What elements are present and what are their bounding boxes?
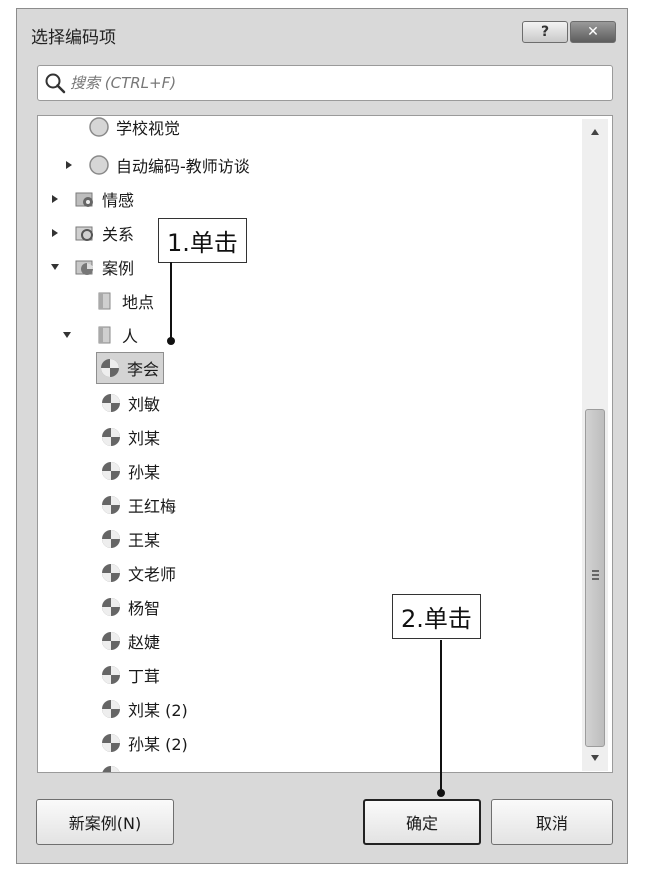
tree-item-case[interactable]: 王某	[100, 524, 160, 554]
tree-item-case[interactable]: 孙某 (2)	[100, 728, 188, 758]
cancel-button[interactable]: 取消	[491, 799, 613, 845]
tree-item-label: 案例	[102, 259, 135, 278]
close-button[interactable]: ✕	[570, 21, 616, 43]
scroll-grip-icon	[592, 570, 599, 582]
tree-item-cases[interactable]: 案例	[74, 252, 134, 282]
tree-item-case[interactable]: 孙某	[100, 456, 160, 486]
tree-scrollbar[interactable]	[582, 119, 608, 771]
select-code-dialog: 选择编码项 ? ✕ 学校视觉 自动编码-教师访谈 情感	[16, 8, 628, 864]
expand-arrow-icon[interactable]	[50, 228, 60, 238]
expand-arrow-icon[interactable]	[50, 194, 60, 204]
sentiment-folder-icon	[75, 192, 93, 207]
tree-item-label: 王红梅	[128, 497, 177, 516]
tree-item-label: 刘某 (2)	[128, 701, 188, 720]
cases-folder-icon	[75, 260, 93, 275]
tree-item-label: 刘敏	[128, 395, 161, 414]
tree-item-label: 李会	[127, 360, 160, 379]
tree-item-label: 孙某	[128, 463, 161, 482]
tree-item-case[interactable]: 刘某 (2)	[100, 694, 188, 724]
dialog-title: 选择编码项	[31, 28, 116, 48]
scroll-thumb[interactable]	[585, 409, 605, 747]
tree-item-emotion[interactable]: 情感	[74, 184, 134, 214]
tree-item-case[interactable]: 丁茸	[100, 660, 160, 690]
ok-button[interactable]: 确定	[363, 799, 481, 845]
tree-item-case-clipped[interactable]	[100, 760, 128, 772]
step2-leader-line	[440, 640, 442, 792]
tree-item-relationship[interactable]: 关系	[74, 218, 134, 248]
title-bar[interactable]: 选择编码项 ? ✕	[17, 9, 627, 53]
search-icon	[45, 73, 66, 94]
expand-arrow-icon[interactable]	[64, 160, 74, 170]
step1-leader-dot	[167, 337, 175, 345]
collapse-arrow-icon[interactable]	[62, 330, 72, 340]
tree-item-label: 赵婕	[128, 633, 161, 652]
case-node-icon	[102, 428, 120, 446]
tree-item-label: 人	[122, 327, 139, 346]
close-icon: ✕	[587, 24, 599, 40]
relationship-folder-icon	[75, 226, 93, 241]
folder-icon	[98, 292, 111, 310]
tree-item-label: 丁茸	[128, 667, 161, 686]
scroll-down-button[interactable]	[582, 745, 608, 771]
help-icon: ?	[540, 24, 550, 40]
tree-item-case[interactable]: 刘某	[100, 422, 160, 452]
tree-item-label: 关系	[102, 225, 135, 244]
tree-item-label: 刘某	[128, 429, 161, 448]
case-node-icon	[102, 598, 120, 616]
tree-item-auto-code-teacher-interview[interactable]: 自动编码-教师访谈	[88, 150, 250, 180]
help-button[interactable]: ?	[522, 21, 568, 43]
tree-item-school-vision[interactable]: 学校视觉	[88, 116, 181, 142]
tree-item-case[interactable]: 文老师	[100, 558, 176, 588]
step2-callout: 2.单击	[392, 594, 481, 639]
tree-item-label: 学校视觉	[116, 119, 181, 138]
step1-callout: 1.单击	[158, 218, 247, 263]
case-node-icon	[102, 530, 120, 548]
case-node-icon	[102, 766, 120, 772]
tree-item-label: 地点	[122, 293, 155, 312]
case-node-icon	[102, 734, 120, 752]
tree-item-label: 杨智	[128, 599, 161, 618]
tree-item-case[interactable]: 刘敏	[100, 388, 160, 418]
search-input[interactable]	[70, 66, 600, 100]
tree-item-case[interactable]: 杨智	[100, 592, 160, 622]
step2-leader-dot	[437, 789, 445, 797]
tree-item-label: 王某	[128, 531, 161, 550]
scroll-up-arrow-icon	[591, 129, 599, 135]
scroll-down-arrow-icon	[591, 755, 599, 761]
case-node-icon	[102, 394, 120, 412]
case-node-icon	[101, 359, 119, 377]
new-case-button[interactable]: 新案例(N)	[36, 799, 174, 845]
node-circle-icon	[89, 117, 109, 137]
node-circle-icon	[89, 155, 109, 175]
tree-item-label: 自动编码-教师访谈	[116, 157, 250, 176]
search-box[interactable]	[37, 65, 613, 101]
case-node-icon	[102, 632, 120, 650]
collapse-arrow-icon[interactable]	[50, 262, 60, 272]
scroll-up-button[interactable]	[582, 119, 608, 145]
case-node-icon	[102, 700, 120, 718]
tree-item-case[interactable]: 赵婕	[100, 626, 160, 656]
step1-leader-line	[170, 262, 172, 340]
case-node-icon	[102, 496, 120, 514]
case-node-icon	[102, 564, 120, 582]
tree-item-location[interactable]: 地点	[94, 286, 154, 316]
tree-item-label: 孙某 (2)	[128, 735, 188, 754]
tree-item-label: 情感	[102, 191, 135, 210]
case-node-icon	[102, 462, 120, 480]
tree-item-label: 文老师	[128, 565, 177, 584]
folder-icon	[98, 326, 111, 344]
case-node-icon	[102, 666, 120, 684]
tree-item-case[interactable]: 王红梅	[100, 490, 176, 520]
code-tree: 学校视觉 自动编码-教师访谈 情感 关系 案例 地点 人 李会 刘敏 刘某 孙某…	[37, 115, 613, 773]
tree-item-people[interactable]: 人	[94, 320, 138, 350]
tree-item-li-hui-selected[interactable]: 李会	[96, 352, 165, 384]
